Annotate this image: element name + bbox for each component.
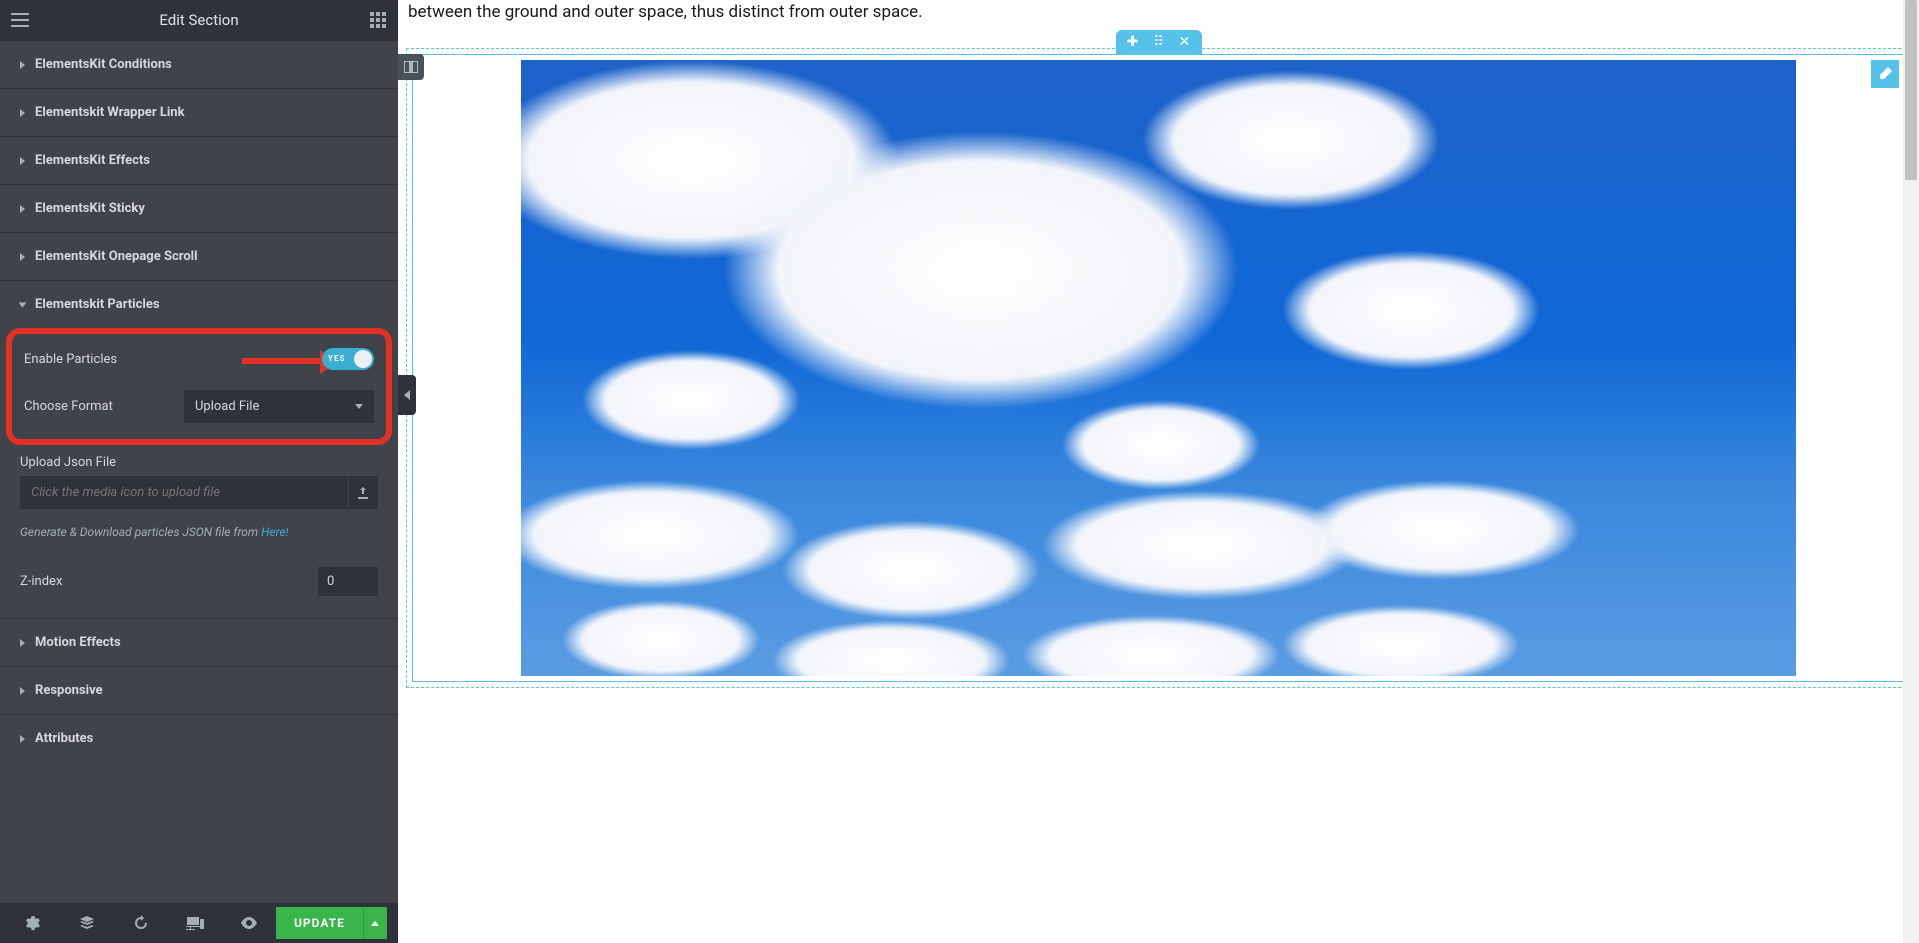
choose-format-label: Choose Format xyxy=(24,399,184,414)
choose-format-select[interactable]: Upload File xyxy=(184,390,374,423)
panel-conditions[interactable]: ElementsKit Conditions xyxy=(0,41,398,88)
edit-widget-button[interactable] xyxy=(1871,60,1899,88)
panel-label: Elementskit Wrapper Link xyxy=(35,105,185,120)
edit-section-handle-icon[interactable]: ⠿ xyxy=(1152,34,1166,50)
caret-right-icon xyxy=(20,61,25,69)
collapse-sidebar-button[interactable] xyxy=(398,375,416,415)
upload-json-input[interactable] xyxy=(20,476,348,509)
delete-section-icon[interactable]: ✕ xyxy=(1178,34,1192,50)
toggle-knob-icon xyxy=(354,350,372,368)
update-button[interactable]: UPDATE xyxy=(276,907,363,939)
sidebar-footer: UPDATE xyxy=(0,903,398,943)
section-toolbar: ✚ ⠿ ✕ xyxy=(1116,30,1202,54)
widgets-grid-icon[interactable] xyxy=(366,8,390,32)
panel-label: ElementsKit Effects xyxy=(35,153,150,168)
editor-sidebar: Edit Section ElementsKit Conditions Elem… xyxy=(0,0,398,943)
responsive-mode-icon[interactable] xyxy=(168,903,222,943)
caret-down-icon xyxy=(19,302,27,307)
annotation-arrow-icon xyxy=(242,358,322,364)
sky-image xyxy=(521,60,1796,676)
preview-icon[interactable] xyxy=(222,903,276,943)
panel-label: ElementsKit Sticky xyxy=(35,201,145,216)
panel-wrapper-link[interactable]: Elementskit Wrapper Link xyxy=(0,89,398,136)
zindex-input[interactable] xyxy=(318,567,378,596)
panel-label: Motion Effects xyxy=(35,635,121,650)
upload-media-button[interactable] xyxy=(348,476,378,509)
toggle-state-text: YES xyxy=(328,354,345,363)
panel-motion-effects[interactable]: Motion Effects xyxy=(0,619,398,666)
panel-label: Responsive xyxy=(35,683,103,698)
caret-right-icon xyxy=(20,109,25,117)
annotation-highlight: Enable Particles YES Choose Format Uploa… xyxy=(6,328,392,445)
section-frame[interactable] xyxy=(406,48,1911,688)
caret-right-icon xyxy=(20,735,25,743)
chevron-down-icon xyxy=(355,404,363,409)
select-value: Upload File xyxy=(195,399,259,414)
panel-list: ElementsKit Conditions Elementskit Wrapp… xyxy=(0,40,398,903)
preview-canvas: between the ground and outer space, thus… xyxy=(398,0,1919,943)
caret-right-icon xyxy=(20,205,25,213)
canvas-scrollbar[interactable] xyxy=(1903,0,1919,943)
panel-onepage-scroll[interactable]: ElementsKit Onepage Scroll xyxy=(0,233,398,280)
panel-label: ElementsKit Conditions xyxy=(35,57,172,72)
column-frame[interactable] xyxy=(412,54,1905,682)
caret-right-icon xyxy=(20,687,25,695)
panel-label: ElementsKit Onepage Scroll xyxy=(35,249,198,264)
caret-right-icon xyxy=(20,639,25,647)
caret-right-icon xyxy=(20,253,25,261)
panel-sticky[interactable]: ElementsKit Sticky xyxy=(0,185,398,232)
image-widget[interactable] xyxy=(521,60,1796,676)
caret-right-icon xyxy=(20,157,25,165)
zindex-label: Z-index xyxy=(20,574,318,589)
history-icon[interactable] xyxy=(114,903,168,943)
panel-attributes[interactable]: Attributes xyxy=(0,715,398,762)
upload-json-label: Upload Json File xyxy=(20,455,378,470)
enable-particles-toggle[interactable]: YES xyxy=(322,348,374,370)
panel-effects[interactable]: ElementsKit Effects xyxy=(0,137,398,184)
panel-responsive[interactable]: Responsive xyxy=(0,667,398,714)
hamburger-menu-icon[interactable] xyxy=(8,8,32,32)
panel-label: Elementskit Particles xyxy=(35,297,160,312)
navigator-icon[interactable] xyxy=(60,903,114,943)
sidebar-title: Edit Section xyxy=(32,11,366,29)
panel-particles[interactable]: Elementskit Particles xyxy=(0,281,398,328)
panel-label: Attributes xyxy=(35,731,93,746)
generate-hint-link[interactable]: Here! xyxy=(261,525,288,539)
sidebar-header: Edit Section xyxy=(0,0,398,40)
settings-icon[interactable] xyxy=(6,903,60,943)
add-section-icon[interactable]: ✚ xyxy=(1126,34,1140,50)
update-options-button[interactable] xyxy=(363,907,387,939)
column-handle-icon[interactable] xyxy=(398,54,424,80)
generate-hint: Generate & Download particles JSON file … xyxy=(20,525,378,539)
